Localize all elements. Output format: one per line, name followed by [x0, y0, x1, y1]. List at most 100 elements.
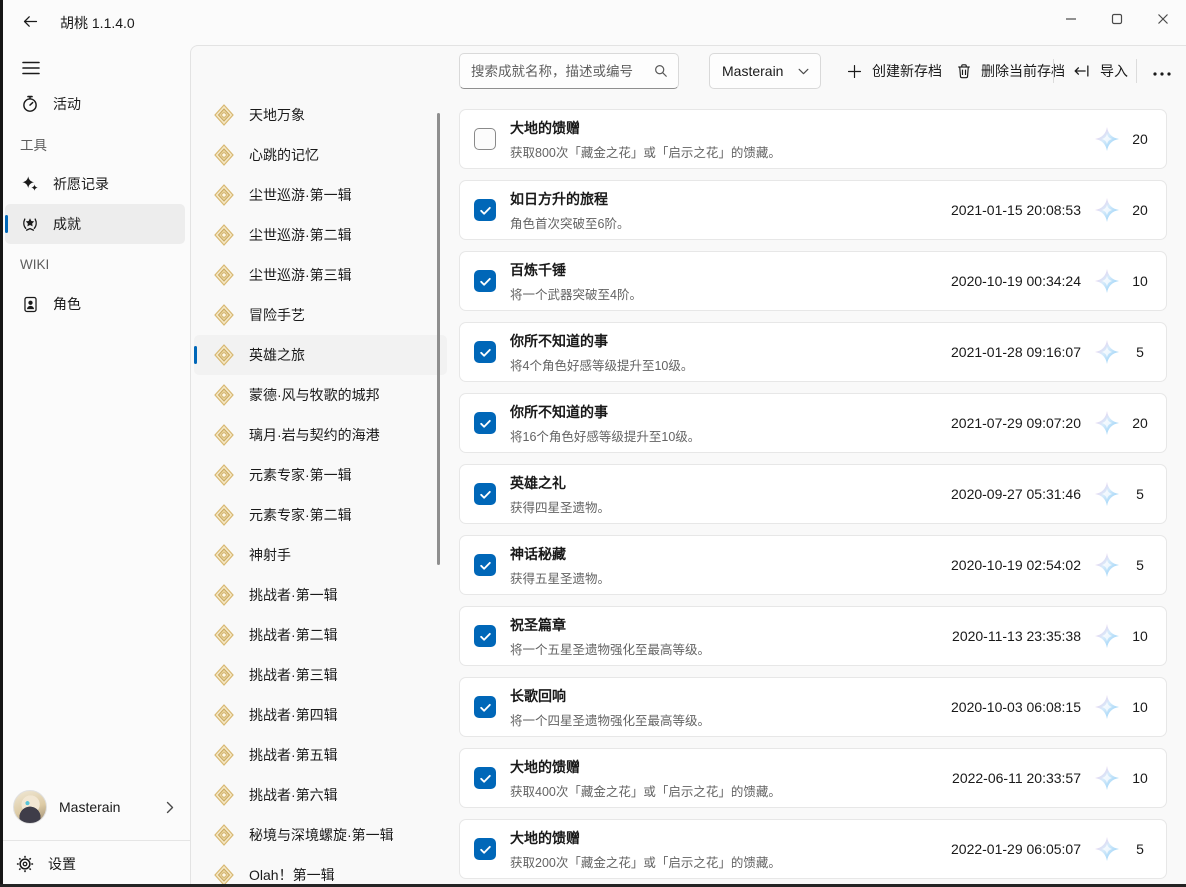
wish-icon — [20, 175, 40, 193]
hamburger-icon — [22, 61, 40, 78]
minimize-button[interactable] — [1048, 0, 1094, 40]
category-label: 挑战者·第五辑 — [249, 745, 338, 765]
category-item[interactable]: 尘世巡游·第三辑 — [194, 255, 447, 295]
create-archive-button[interactable]: 创建新存档 — [836, 53, 952, 89]
achievement-date: 2022-06-11 20:33:57 — [952, 770, 1081, 786]
achievement-checkbox[interactable] — [474, 483, 496, 505]
category-item[interactable]: 尘世巡游·第二辑 — [194, 215, 447, 255]
import-label: 导入 — [1100, 61, 1128, 81]
menu-button[interactable] — [14, 53, 48, 85]
achievement-texts: 你所不知道的事 将16个角色好感等级提升至10级。 — [510, 402, 700, 445]
titlebar: 胡桃 1.1.4.0 — [0, 0, 1186, 45]
achievement-checkbox[interactable] — [474, 128, 496, 150]
category-label: 元素专家·第二辑 — [249, 505, 352, 525]
category-item[interactable]: 秘境与深境螺旋·第一辑 — [194, 815, 447, 855]
category-item[interactable]: Olah！第一辑 — [194, 855, 447, 887]
category-item[interactable]: 英雄之旅 — [194, 335, 447, 375]
category-item[interactable]: 元素专家·第一辑 — [194, 455, 447, 495]
achievement-row[interactable]: 百炼千锤 将一个武器突破至4阶。 2020-10-19 00:34:24 10 — [459, 251, 1167, 311]
sidebar-item-character[interactable]: 角色 — [5, 284, 185, 324]
achievement-reward-count: 10 — [1126, 699, 1154, 715]
category-item[interactable]: 心跳的记忆 — [194, 135, 447, 175]
achievement-row[interactable]: 如日方升的旅程 角色首次突破至6阶。 2021-01-15 20:08:53 2… — [459, 180, 1167, 240]
search-box — [459, 53, 679, 89]
achievement-checkbox[interactable] — [474, 412, 496, 434]
category-item[interactable]: 神射手 — [194, 535, 447, 575]
sidebar-item-label: 祈愿记录 — [53, 174, 109, 194]
window-controls — [1048, 0, 1186, 45]
achievement-checkbox[interactable] — [474, 270, 496, 292]
category-item[interactable]: 天地万象 — [194, 95, 447, 135]
achievement-checkbox[interactable] — [474, 199, 496, 221]
category-label: 英雄之旅 — [249, 345, 305, 365]
category-item[interactable]: 挑战者·第一辑 — [194, 575, 447, 615]
more-button[interactable] — [1141, 53, 1183, 89]
achievement-texts: 神话秘藏 获得五星圣遗物。 — [510, 544, 610, 587]
achievement-date: 2020-11-13 23:35:38 — [952, 628, 1081, 644]
back-button[interactable] — [14, 7, 46, 39]
achievement-row[interactable]: 你所不知道的事 将4个角色好感等级提升至10级。 2021-01-28 09:1… — [459, 322, 1167, 382]
category-item[interactable]: 挑战者·第三辑 — [194, 655, 447, 695]
primogem-icon — [1094, 410, 1120, 436]
sidebar-item-wish[interactable]: 祈愿记录 — [5, 164, 185, 204]
primogem-icon — [1094, 197, 1120, 223]
achievement-row[interactable]: 祝圣篇章 将一个五星圣遗物强化至最高等级。 2020-11-13 23:35:3… — [459, 606, 1167, 666]
achievement-title: 大地的馈赠 — [510, 828, 781, 848]
import-button[interactable]: 导入 — [1063, 53, 1138, 89]
achievement-checkbox[interactable] — [474, 767, 496, 789]
achievement-icon — [20, 215, 40, 233]
archive-selector[interactable]: Masterain — [709, 53, 821, 89]
category-label: 挑战者·第三辑 — [249, 665, 338, 685]
category-item[interactable]: 蒙德·风与牧歌的城邦 — [194, 375, 447, 415]
create-archive-label: 创建新存档 — [872, 61, 942, 81]
category-item[interactable]: 挑战者·第二辑 — [194, 615, 447, 655]
chevron-right-icon — [166, 801, 174, 814]
achievement-checkbox[interactable] — [474, 838, 496, 860]
sidebar-item-achievement[interactable]: 成就 — [5, 204, 185, 244]
achievement-checkbox[interactable] — [474, 625, 496, 647]
app-title: 胡桃 1.1.4.0 — [60, 13, 135, 33]
category-label: 冒险手艺 — [249, 305, 305, 325]
achievement-title: 如日方升的旅程 — [510, 189, 629, 209]
achievement-checkbox[interactable] — [474, 554, 496, 576]
category-item[interactable]: 元素专家·第二辑 — [194, 495, 447, 535]
category-item[interactable]: 璃月·岩与契约的海港 — [194, 415, 447, 455]
achievement-row[interactable]: 神话秘藏 获得五星圣遗物。 2020-10-19 02:54:02 5 — [459, 535, 1167, 595]
achievement-checkbox[interactable] — [474, 341, 496, 363]
sidebar-item-activity[interactable]: 活动 — [5, 84, 185, 124]
achievement-reward-count: 10 — [1126, 770, 1154, 786]
category-item[interactable]: 挑战者·第五辑 — [194, 735, 447, 775]
achievement-row[interactable]: 大地的馈赠 获取200次「藏金之花」或「启示之花」的馈藏。 2022-01-29… — [459, 819, 1167, 879]
achievement-row[interactable]: 长歌回响 将一个四星圣遗物强化至最高等级。 2020-10-03 06:08:1… — [459, 677, 1167, 737]
achievement-texts: 英雄之礼 获得四星圣遗物。 — [510, 473, 610, 516]
primogem-icon — [1094, 836, 1120, 862]
user-card[interactable]: Masterain — [0, 784, 190, 830]
achievement-description: 获得四星圣遗物。 — [510, 497, 610, 516]
search-input[interactable] — [460, 64, 654, 79]
toolbar-separator — [1136, 59, 1137, 83]
delete-archive-button[interactable]: 删除当前存档 — [946, 53, 1075, 89]
sidebar-item-settings[interactable]: 设置 — [0, 843, 190, 885]
achievement-row[interactable]: 英雄之礼 获得四星圣遗物。 2020-09-27 05:31:46 5 — [459, 464, 1167, 524]
maximize-button[interactable] — [1094, 0, 1140, 40]
achievement-date: 2021-07-29 09:07:20 — [951, 415, 1081, 431]
achievement-texts: 祝圣篇章 将一个五星圣遗物强化至最高等级。 — [510, 615, 710, 658]
achievement-row[interactable]: 大地的馈赠 获取400次「藏金之花」或「启示之花」的馈藏。 2022-06-11… — [459, 748, 1167, 808]
category-emblem-icon — [213, 704, 235, 726]
category-scrollbar[interactable] — [437, 113, 440, 565]
category-item[interactable]: 尘世巡游·第一辑 — [194, 175, 447, 215]
category-label: 璃月·岩与契约的海港 — [249, 425, 380, 445]
category-emblem-icon — [213, 144, 235, 166]
category-item[interactable]: 冒险手艺 — [194, 295, 447, 335]
achievement-reward-count: 5 — [1126, 486, 1154, 502]
achievement-row[interactable]: 大地的馈赠 获取800次「藏金之花」或「启示之花」的馈藏。 20 — [459, 109, 1167, 169]
category-label: 蒙德·风与牧歌的城邦 — [249, 385, 380, 405]
close-button[interactable] — [1140, 0, 1186, 40]
achievement-description: 将4个角色好感等级提升至10级。 — [510, 355, 693, 374]
category-item[interactable]: 挑战者·第四辑 — [194, 695, 447, 735]
category-label: Olah！第一辑 — [249, 865, 335, 885]
category-item[interactable]: 挑战者·第六辑 — [194, 775, 447, 815]
achievement-row[interactable]: 你所不知道的事 将16个角色好感等级提升至10级。 2021-07-29 09:… — [459, 393, 1167, 453]
achievement-checkbox[interactable] — [474, 696, 496, 718]
character-icon — [20, 296, 40, 313]
